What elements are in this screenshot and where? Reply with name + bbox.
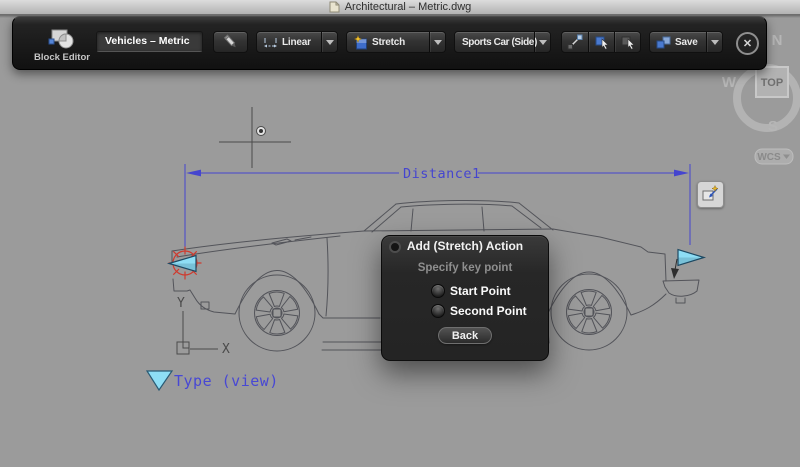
second-point-radio[interactable]: [431, 304, 445, 318]
save-dropdown-arrow[interactable]: [706, 32, 722, 52]
viewcube-north[interactable]: N: [772, 32, 783, 49]
block-name-value: Vehicles – Metric: [105, 35, 190, 47]
window-title: Architectural – Metric.dwg: [345, 0, 472, 14]
dimension-arrow-right: [674, 170, 689, 177]
save-dropdown-group: Save: [649, 31, 723, 53]
start-point-label: Start Point: [450, 284, 511, 298]
dialog-prompt: Specify key point: [382, 262, 548, 274]
viewcube-west[interactable]: W: [722, 74, 737, 91]
stretch-action-icon: [353, 35, 368, 50]
close-block-editor-button[interactable]: ✕: [736, 32, 759, 55]
save-label: Save: [675, 37, 698, 48]
viewcube-top-label: TOP: [761, 77, 783, 89]
save-block-button[interactable]: Save: [650, 32, 706, 52]
drawing-canvas[interactable]: Distance1 Y X: [0, 0, 800, 467]
action-dropdown-arrow[interactable]: [429, 32, 445, 52]
block-editor-label: Block Editor: [34, 52, 90, 63]
back-button-label: Back: [452, 330, 478, 342]
edit-block-button[interactable]: [213, 31, 248, 53]
action-type-dropdown[interactable]: Stretch: [347, 32, 429, 52]
chevron-down-icon: [711, 40, 719, 45]
view-state-label: Type (view): [174, 372, 279, 390]
parameter-type-dropdown[interactable]: Linear: [257, 32, 321, 52]
ucs-icon: Y X: [177, 296, 230, 357]
dimension-arrow-left: [186, 170, 201, 177]
dimension-label: Distance1: [403, 166, 481, 182]
type-view-state: Type (view): [147, 371, 279, 390]
select-hidden-icon: [620, 34, 636, 51]
start-point-option[interactable]: Start Point: [431, 284, 511, 298]
visibility-dropdown-arrow[interactable]: [534, 32, 550, 52]
chevron-down-icon: [326, 40, 334, 45]
add-stretch-action-dialog: Add (Stretch) Action Specify key point S…: [381, 235, 549, 361]
action-type-dropdown-group: Stretch: [346, 31, 446, 53]
visibility-state-dropdown-group: Sports Car (Side): [454, 31, 551, 53]
wcs-dropdown[interactable]: WCS: [755, 149, 793, 164]
action-indicator-badge[interactable]: [697, 181, 724, 208]
dialog-title: Add (Stretch) Action: [382, 239, 548, 253]
crosshair-cursor: [219, 107, 291, 168]
save-block-icon: [656, 35, 671, 50]
parameter-type-dropdown-group: Linear: [256, 31, 338, 53]
block-name-field[interactable]: Vehicles – Metric: [96, 31, 203, 52]
make-hidden-button[interactable]: [614, 32, 640, 52]
wcs-label: WCS: [757, 152, 781, 163]
block-editor-icon: [47, 26, 77, 50]
grip-arrow-right[interactable]: [671, 250, 704, 280]
action-type-label: Stretch: [372, 37, 405, 48]
second-point-label: Second Point: [450, 304, 527, 318]
visibility-state-dropdown[interactable]: Sports Car (Side): [455, 32, 534, 52]
visibility-tools-group: [561, 31, 641, 53]
ucs-y-label: Y: [177, 296, 185, 311]
viewcube-south[interactable]: S: [768, 118, 778, 135]
linear-parameter-icon: [263, 35, 278, 50]
block-editor-window: Distance1 Y X: [0, 0, 800, 467]
chevron-down-icon: [539, 40, 547, 45]
parameter-type-label: Linear: [282, 37, 311, 48]
block-editor-toolbar: Block Editor Vehicles – Metric: [12, 16, 767, 70]
close-icon: ✕: [743, 37, 752, 50]
ucs-x-label: X: [222, 342, 230, 357]
start-point-radio[interactable]: [431, 284, 445, 298]
chevron-down-icon: [434, 40, 442, 45]
block-editor-tool[interactable]: Block Editor: [21, 22, 103, 66]
second-point-option[interactable]: Second Point: [431, 304, 527, 318]
state-triangle-icon: [147, 371, 172, 390]
pencil-icon: [223, 34, 239, 50]
parameter-dropdown-arrow[interactable]: [321, 32, 337, 52]
window-titlebar[interactable]: Architectural – Metric.dwg: [0, 0, 800, 15]
document-icon: [329, 1, 340, 13]
visibility-state-label: Sports Car (Side): [462, 37, 537, 48]
grip-arrow-left[interactable]: [169, 256, 196, 272]
select-visible-icon: [594, 34, 610, 51]
make-visible-button[interactable]: [588, 32, 614, 52]
stretch-action-badge-icon: [701, 185, 720, 204]
visibility-mode-icon: [567, 34, 583, 50]
make-invisible-button[interactable]: [562, 32, 588, 52]
back-button[interactable]: Back: [438, 327, 492, 344]
